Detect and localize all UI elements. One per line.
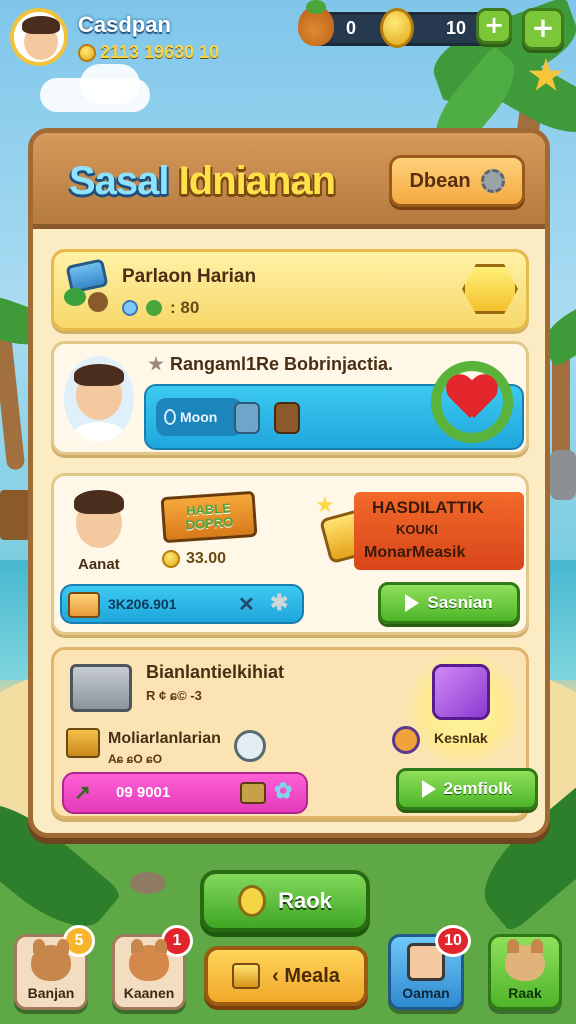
crafting-card-title: Bianlantielkihiat [146, 662, 285, 682]
claim-badge-button[interactable] [462, 264, 518, 314]
leaf-icon [146, 300, 162, 316]
pet-icon [505, 939, 545, 981]
shop-offer-button[interactable]: Sasnian [378, 582, 520, 624]
rank-icon [238, 885, 267, 917]
heart-icon [446, 376, 498, 422]
purple-gem-icon [432, 664, 490, 720]
quest-card[interactable]: Rangaml1Re Bobrinjactia. Moon [51, 341, 529, 455]
merchant-portrait [66, 486, 132, 556]
crafting-item-subtitle: Aɕ ɕO ɕO [108, 752, 163, 766]
close-icon[interactable]: ✕ [238, 592, 255, 617]
coin-icon [162, 550, 180, 568]
star-icon [148, 356, 164, 371]
play-icon [405, 594, 420, 612]
moon-chip: Moon [156, 398, 242, 436]
crate-icon [232, 963, 261, 989]
pet-icon [129, 939, 169, 981]
add-coins-button[interactable]: + [522, 8, 564, 50]
crafting-card[interactable]: Bianlantielkihiat R ¢ ɕ© -3 Moliarlanlar… [51, 647, 538, 819]
shop-offer-card[interactable]: Aanat HABLE DOPRO 33.00 HASDILATTIK KOUK… [51, 473, 529, 635]
crafting-item-title: Moliarlanlarian [108, 730, 221, 747]
crate-icon [68, 592, 100, 618]
coin-icon [380, 8, 414, 48]
daily-card[interactable]: Parlaon Harian : 80 [51, 249, 529, 331]
leaf-icon [64, 288, 86, 306]
meal-button[interactable]: ‹ Meala [204, 946, 368, 1006]
moon-icon [164, 409, 176, 425]
offer-progress-bar: 3K206.901 ✕ ✱ [60, 584, 304, 624]
nav-badge: 10 [435, 925, 471, 957]
gear-icon [480, 169, 505, 193]
orb-icon [392, 726, 420, 754]
daily-card-title: Parlaon Harian [122, 266, 257, 287]
boot-icon [274, 402, 300, 434]
crafting-card-subtitle: R ¢ ɕ© -3 [146, 688, 202, 703]
leaf-icon: ↗ [74, 782, 91, 804]
coin-icon [78, 43, 96, 62]
shop-sign: HABLE DOPRO [160, 490, 258, 544]
nut-icon [88, 292, 108, 312]
offer-banner: HASDILATTIK KOUKI MonarMeasik [354, 492, 524, 570]
coin-count: 10 [446, 18, 467, 38]
leaf-icon[interactable] [234, 730, 266, 762]
reward-label: Kesnlak [434, 730, 488, 746]
fruit-icon [298, 0, 334, 46]
metal-chest-icon [70, 664, 132, 712]
crate-icon [240, 782, 266, 804]
crafting-progress-bar: ↗ 09 9001 ✿ [62, 772, 308, 814]
nav-kaanen[interactable]: 1 Kaanen [112, 925, 193, 1010]
nav-raak[interactable]: Raak [488, 934, 562, 1010]
gear-icon[interactable]: ✱ [270, 590, 288, 616]
panel-header: Sasal Idnianan Dbean [33, 133, 545, 229]
add-resource-button[interactable]: + [476, 8, 512, 44]
offer-price: 33.00 [162, 550, 226, 568]
nav-banjan[interactable]: 5 Banjan [14, 925, 95, 1010]
merchant-name: Aanat [78, 556, 120, 573]
sparkle-icon [316, 496, 334, 513]
clock-icon [122, 300, 138, 316]
player-stats-value: 2113 19630 10 [100, 42, 220, 62]
daily-card-stats: : 80 [122, 298, 199, 318]
main-panel: Sasal Idnianan Dbean Parlaon Harian : 80… [28, 128, 550, 838]
flower-icon: ✿ [274, 778, 293, 803]
nav-oaman[interactable]: 10 Oaman [388, 925, 471, 1010]
fruit-count: 0 [346, 18, 357, 38]
panel-title: Sasal Idnianan [69, 159, 336, 203]
player-stats: 2113 19630 10 [78, 42, 219, 63]
pet-icon [31, 939, 71, 981]
crate-icon [66, 728, 100, 758]
play-icon [421, 780, 436, 798]
boot-icon [234, 402, 260, 434]
rank-button[interactable]: Raok [200, 870, 370, 932]
villager-portrait [64, 356, 134, 442]
quest-card-title: Rangaml1Re Bobrinjactia. [170, 354, 394, 374]
header-settings-button[interactable]: Dbean [389, 155, 525, 207]
player-avatar[interactable] [10, 8, 68, 66]
player-name: Casdpan [78, 12, 171, 37]
crafting-action-button[interactable]: 2emfiolk [396, 768, 538, 810]
